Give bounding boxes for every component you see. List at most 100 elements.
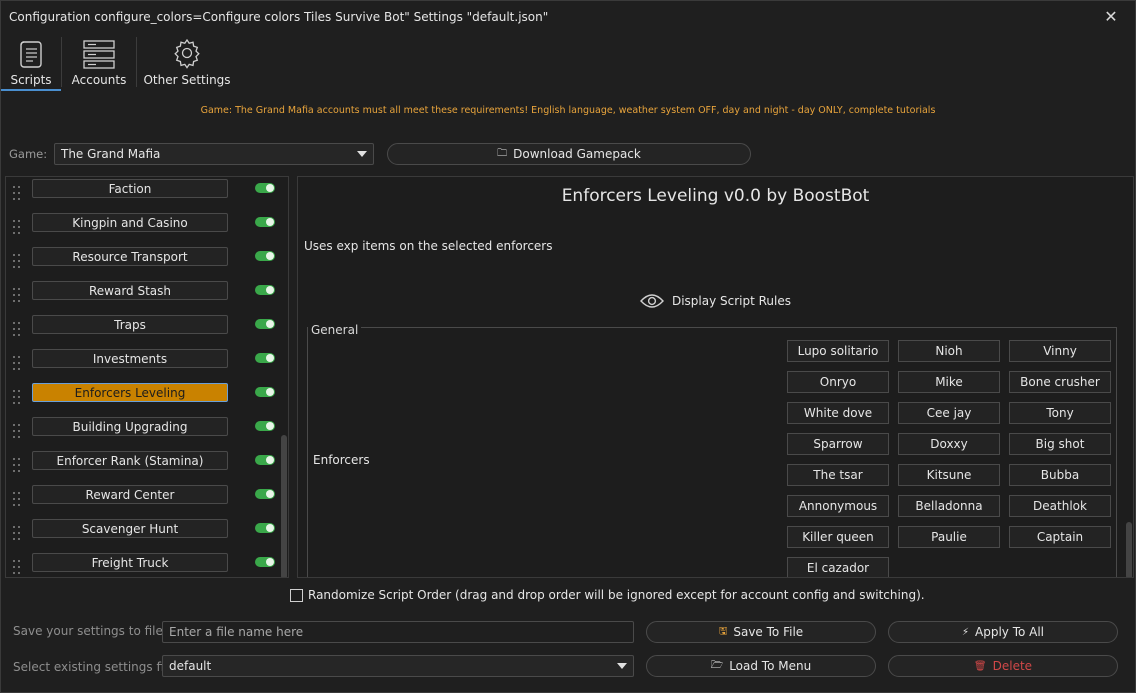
- scrollbar-thumb[interactable]: [1126, 522, 1132, 577]
- script-button-reward-stash[interactable]: Reward Stash: [32, 281, 228, 300]
- file-name-input[interactable]: [162, 621, 634, 643]
- script-settings-panel: Enforcers Leveling v0.0 by BoostBot Uses…: [297, 176, 1134, 578]
- script-toggle[interactable]: [255, 183, 275, 193]
- script-button-kingpin-and-casino[interactable]: Kingpin and Casino: [32, 213, 228, 232]
- enforcer-button[interactable]: Bone crusher: [1009, 371, 1111, 393]
- script-toggle[interactable]: [255, 285, 275, 295]
- list-item: Kingpin and Casino: [6, 211, 284, 245]
- tab-accounts[interactable]: Accounts: [62, 33, 136, 91]
- script-toggle[interactable]: [255, 489, 275, 499]
- script-button-enforcers-leveling[interactable]: Enforcers Leveling: [32, 383, 228, 402]
- game-select[interactable]: The Grand Mafia: [54, 143, 374, 165]
- tab-label: Scripts: [10, 73, 52, 87]
- scrollbar-thumb[interactable]: [281, 435, 287, 577]
- script-toggle[interactable]: [255, 557, 275, 567]
- script-toggle[interactable]: [255, 353, 275, 363]
- save-to-file-label: Save To File: [733, 625, 804, 639]
- gear-icon: [174, 38, 200, 69]
- script-button-freight-truck[interactable]: Freight Truck: [32, 553, 228, 572]
- enforcer-button[interactable]: Captain: [1009, 526, 1111, 548]
- randomize-row: Randomize Script Order (drag and drop or…: [290, 588, 925, 602]
- drag-handle-icon[interactable]: [13, 220, 21, 236]
- enforcer-button[interactable]: Tony: [1009, 402, 1111, 424]
- chevron-down-icon: [617, 663, 627, 669]
- settings-file-value: default: [169, 659, 212, 673]
- settings-file-select[interactable]: default: [162, 655, 634, 677]
- randomize-label: Randomize Script Order (drag and drop or…: [308, 588, 925, 602]
- drag-handle-icon[interactable]: [13, 560, 21, 576]
- drag-handle-icon[interactable]: [13, 186, 21, 202]
- randomize-checkbox[interactable]: [290, 588, 303, 602]
- enforcer-button[interactable]: White dove: [787, 402, 889, 424]
- general-group-label: General: [308, 323, 362, 337]
- enforcer-button[interactable]: Cee jay: [898, 402, 1000, 424]
- script-button-building-upgrading[interactable]: Building Upgrading: [32, 417, 228, 436]
- drag-handle-icon[interactable]: [13, 322, 21, 338]
- list-item: Investments: [6, 347, 284, 381]
- script-button-scavenger-hunt[interactable]: Scavenger Hunt: [32, 519, 228, 538]
- scroll-icon: [20, 41, 42, 68]
- close-icon[interactable]: ✕: [1101, 7, 1121, 27]
- enforcers-label: Enforcers: [313, 453, 370, 467]
- settings-panel-scrollbar[interactable]: [1126, 237, 1132, 577]
- enforcer-button[interactable]: Mike: [898, 371, 1000, 393]
- script-toggle[interactable]: [255, 387, 275, 397]
- download-gamepack-button[interactable]: 🗀 Download Gamepack: [387, 143, 751, 165]
- drag-handle-icon[interactable]: [13, 526, 21, 542]
- tab-label: Other Settings: [143, 73, 231, 87]
- enforcer-button[interactable]: Killer queen: [787, 526, 889, 548]
- enforcer-button[interactable]: Annonymous: [787, 495, 889, 517]
- drag-handle-icon[interactable]: [13, 424, 21, 440]
- enforcer-button[interactable]: Doxxy: [898, 433, 1000, 455]
- save-to-file-button[interactable]: 🖫 Save To File: [646, 621, 876, 643]
- load-to-menu-button[interactable]: 🗁 Load To Menu: [646, 655, 876, 677]
- apply-to-all-button[interactable]: ⚡ Apply To All: [888, 621, 1118, 643]
- script-list-scrollbar[interactable]: [280, 177, 288, 577]
- script-toggle[interactable]: [255, 251, 275, 261]
- enforcer-button[interactable]: Kitsune: [898, 464, 1000, 486]
- delete-button[interactable]: 🗑 Delete: [888, 655, 1118, 677]
- script-toggle[interactable]: [255, 455, 275, 465]
- list-item: Reward Stash: [6, 279, 284, 313]
- script-toggle[interactable]: [255, 217, 275, 227]
- script-toggle[interactable]: [255, 523, 275, 533]
- game-select-value: The Grand Mafia: [61, 147, 161, 161]
- script-button-reward-center[interactable]: Reward Center: [32, 485, 228, 504]
- list-item: Building Upgrading: [6, 415, 284, 449]
- script-button-resource-transport[interactable]: Resource Transport: [32, 247, 228, 266]
- enforcer-button[interactable]: Big shot: [1009, 433, 1111, 455]
- game-row: Game: The Grand Mafia: [9, 143, 374, 165]
- drag-handle-icon[interactable]: [13, 356, 21, 372]
- config-window: Configuration configure_colors=Configure…: [0, 0, 1136, 693]
- drag-handle-icon[interactable]: [13, 458, 21, 474]
- enforcer-button[interactable]: Bubba: [1009, 464, 1111, 486]
- select-settings-label: Select existing settings file: [13, 660, 175, 674]
- script-button-traps[interactable]: Traps: [32, 315, 228, 334]
- script-toggle[interactable]: [255, 319, 275, 329]
- script-button-enforcer-rank-stamina[interactable]: Enforcer Rank (Stamina): [32, 451, 228, 470]
- enforcer-button[interactable]: Vinny: [1009, 340, 1111, 362]
- enforcer-button[interactable]: Deathlok: [1009, 495, 1111, 517]
- drag-handle-icon[interactable]: [13, 492, 21, 508]
- enforcer-button[interactable]: Paulie: [898, 526, 1000, 548]
- drag-handle-icon[interactable]: [13, 254, 21, 270]
- enforcer-button[interactable]: Onryo: [787, 371, 889, 393]
- chevron-down-icon: [357, 151, 367, 157]
- drag-handle-icon[interactable]: [13, 288, 21, 304]
- tab-other-settings[interactable]: Other Settings: [137, 33, 237, 91]
- enforcer-button[interactable]: Belladonna: [898, 495, 1000, 517]
- enforcer-button[interactable]: El cazador: [787, 557, 889, 577]
- enforcer-button[interactable]: The tsar: [787, 464, 889, 486]
- enforcer-button[interactable]: Nioh: [898, 340, 1000, 362]
- trash-icon: 🗑: [973, 660, 987, 672]
- tab-scripts[interactable]: Scripts: [1, 33, 61, 91]
- list-item: Reward Center: [6, 483, 284, 517]
- script-button-investments[interactable]: Investments: [32, 349, 228, 368]
- enforcer-button[interactable]: Lupo solitario: [787, 340, 889, 362]
- apply-to-all-label: Apply To All: [975, 625, 1045, 639]
- display-script-rules-button[interactable]: Display Script Rules: [298, 293, 1133, 309]
- drag-handle-icon[interactable]: [13, 390, 21, 406]
- script-button-faction[interactable]: Faction: [32, 179, 228, 198]
- enforcer-button[interactable]: Sparrow: [787, 433, 889, 455]
- script-toggle[interactable]: [255, 421, 275, 431]
